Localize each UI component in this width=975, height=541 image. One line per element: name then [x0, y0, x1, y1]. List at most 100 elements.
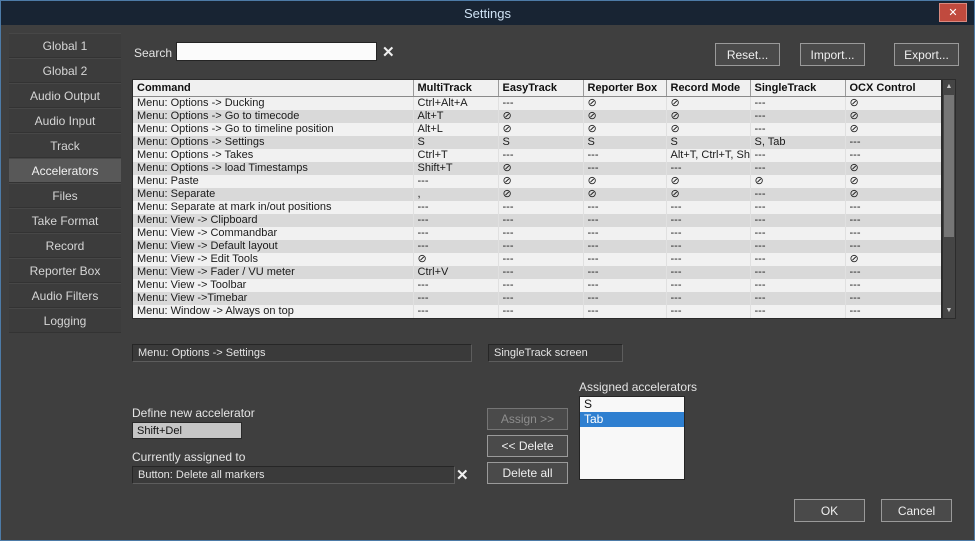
command-cell[interactable]: Menu: Separate at mark in/out positions — [133, 201, 413, 214]
export-button[interactable]: Export... — [894, 43, 959, 66]
accelerator-cell[interactable]: --- — [750, 96, 845, 110]
accelerator-cell[interactable]: ⊘ — [845, 123, 941, 136]
ok-button[interactable]: OK — [794, 499, 865, 522]
accelerator-cell[interactable]: --- — [498, 292, 583, 305]
command-cell[interactable]: Menu: Options -> Go to timecode — [133, 110, 413, 123]
assigned-accelerators-list[interactable]: STab — [579, 396, 685, 480]
cancel-button[interactable]: Cancel — [881, 499, 952, 522]
accelerator-cell[interactable]: --- — [750, 240, 845, 253]
table-row[interactable]: Menu: Options -> Go to timecodeAlt+T⊘⊘⊘-… — [133, 110, 941, 123]
accelerator-cell[interactable]: --- — [666, 253, 750, 266]
scroll-thumb[interactable] — [944, 95, 954, 237]
accelerator-cell[interactable]: Alt+T — [413, 110, 498, 123]
accelerator-cell[interactable]: --- — [583, 201, 666, 214]
accelerator-cell[interactable]: --- — [498, 253, 583, 266]
command-cell[interactable]: Menu: Options -> Go to timeline position — [133, 123, 413, 136]
accelerator-cell[interactable]: S — [413, 136, 498, 149]
accelerator-cell[interactable]: --- — [845, 214, 941, 227]
accelerator-cell[interactable]: --- — [845, 201, 941, 214]
clear-search-icon[interactable]: ✕ — [382, 45, 395, 60]
column-header[interactable]: SingleTrack — [750, 80, 845, 96]
accelerator-cell[interactable]: --- — [583, 162, 666, 175]
table-row[interactable]: Menu: Options -> Go to timeline position… — [133, 123, 941, 136]
accelerator-cell[interactable]: Alt+L — [413, 123, 498, 136]
command-cell[interactable]: Menu: Options -> load Timestamps — [133, 162, 413, 175]
accelerator-cell[interactable]: --- — [666, 240, 750, 253]
accelerator-cell[interactable]: --- — [845, 292, 941, 305]
accelerator-cell[interactable]: --- — [583, 253, 666, 266]
table-row[interactable]: Menu: Options -> DuckingCtrl+Alt+A---⊘⊘-… — [133, 96, 941, 110]
accelerator-cell[interactable]: --- — [583, 292, 666, 305]
accelerator-cell[interactable]: ⊘ — [750, 175, 845, 188]
command-cell[interactable]: Menu: Separate — [133, 188, 413, 201]
accelerator-cell[interactable]: --- — [666, 266, 750, 279]
column-header[interactable]: Command — [133, 80, 413, 96]
accelerator-cell[interactable]: --- — [583, 214, 666, 227]
table-row[interactable]: Menu: View ->Timebar------------------ — [133, 292, 941, 305]
accelerator-cell[interactable]: S — [666, 136, 750, 149]
command-cell[interactable]: Menu: View -> Clipboard — [133, 214, 413, 227]
accelerator-cell[interactable]: ⊘ — [583, 110, 666, 123]
sidebar-item-audio-input[interactable]: Audio Input — [9, 108, 121, 133]
command-table[interactable]: CommandMultiTrackEasyTrackReporter BoxRe… — [132, 79, 942, 319]
accelerator-cell[interactable]: ⊘ — [498, 188, 583, 201]
accelerator-cell[interactable]: --- — [413, 305, 498, 318]
accelerator-cell[interactable]: Ctrl+T — [413, 149, 498, 162]
column-header[interactable]: OCX Control — [845, 80, 941, 96]
accelerator-cell[interactable]: Ctrl+V — [413, 266, 498, 279]
table-row[interactable]: Menu: Options -> SettingsSSSSS, Tab--- — [133, 136, 941, 149]
sidebar-item-global-1[interactable]: Global 1 — [9, 33, 121, 58]
accelerator-cell[interactable]: ⊘ — [666, 188, 750, 201]
accelerator-cell[interactable]: --- — [845, 240, 941, 253]
accelerator-cell[interactable]: --- — [750, 149, 845, 162]
accelerator-cell[interactable]: ⊘ — [845, 162, 941, 175]
accelerator-cell[interactable]: --- — [583, 305, 666, 318]
accelerator-list-item[interactable]: S — [580, 397, 684, 412]
sidebar-item-track[interactable]: Track — [9, 133, 121, 158]
sidebar-item-global-2[interactable]: Global 2 — [9, 58, 121, 83]
accelerator-cell[interactable]: --- — [750, 214, 845, 227]
accelerator-cell[interactable]: ⊘ — [666, 110, 750, 123]
command-cell[interactable]: Menu: View -> Default layout — [133, 240, 413, 253]
accelerator-cell[interactable]: --- — [666, 162, 750, 175]
accelerator-cell[interactable]: --- — [666, 227, 750, 240]
accelerator-cell[interactable]: --- — [583, 227, 666, 240]
accelerator-cell[interactable]: ⊘ — [583, 188, 666, 201]
accelerator-cell[interactable]: Ctrl+Alt+A — [413, 96, 498, 110]
table-row[interactable]: Menu: Options -> load TimestampsShift+T⊘… — [133, 162, 941, 175]
accelerator-cell[interactable]: ⊘ — [498, 175, 583, 188]
accelerator-cell[interactable]: --- — [845, 279, 941, 292]
accelerator-cell[interactable]: --- — [498, 266, 583, 279]
accelerator-list-item[interactable]: Tab — [580, 412, 684, 427]
sidebar-item-audio-output[interactable]: Audio Output — [9, 83, 121, 108]
accelerator-cell[interactable]: --- — [413, 175, 498, 188]
accelerator-cell[interactable]: --- — [750, 110, 845, 123]
table-row[interactable]: Menu: View -> Clipboard-----------------… — [133, 214, 941, 227]
clear-assigned-icon[interactable]: ✕ — [456, 468, 469, 483]
search-input[interactable] — [176, 42, 377, 61]
new-accelerator-input[interactable] — [132, 422, 242, 439]
accelerator-cell[interactable]: --- — [845, 227, 941, 240]
accelerator-cell[interactable]: --- — [413, 292, 498, 305]
table-row[interactable]: Menu: View -> Toolbar------------------ — [133, 279, 941, 292]
accelerator-cell[interactable]: --- — [583, 279, 666, 292]
accelerator-cell[interactable]: --- — [750, 292, 845, 305]
accelerator-cell[interactable]: ⊘ — [413, 253, 498, 266]
accelerator-cell[interactable]: --- — [498, 201, 583, 214]
accelerator-cell[interactable]: --- — [498, 279, 583, 292]
accelerator-cell[interactable]: ⊘ — [666, 96, 750, 110]
table-row[interactable]: Menu: View -> Edit Tools⊘------------⊘ — [133, 253, 941, 266]
accelerator-cell[interactable]: ⊘ — [498, 123, 583, 136]
accelerator-cell[interactable]: --- — [583, 240, 666, 253]
table-row[interactable]: Menu: Separate at mark in/out positions -… — [133, 201, 941, 214]
delete-accelerator-button[interactable]: << Delete — [487, 435, 568, 457]
table-row[interactable]: Menu: Window -> Always on top-----------… — [133, 305, 941, 318]
command-cell[interactable]: Menu: Options -> Settings — [133, 136, 413, 149]
title-bar[interactable]: Settings ✕ — [1, 1, 974, 25]
sidebar-item-take-format[interactable]: Take Format — [9, 208, 121, 233]
table-row[interactable]: Menu: View -> Commandbar----------------… — [133, 227, 941, 240]
table-scrollbar[interactable]: ▲ ▼ — [942, 79, 956, 319]
accelerator-cell[interactable]: ⊘ — [845, 110, 941, 123]
accelerator-cell[interactable]: --- — [750, 188, 845, 201]
accelerator-cell[interactable]: --- — [750, 266, 845, 279]
